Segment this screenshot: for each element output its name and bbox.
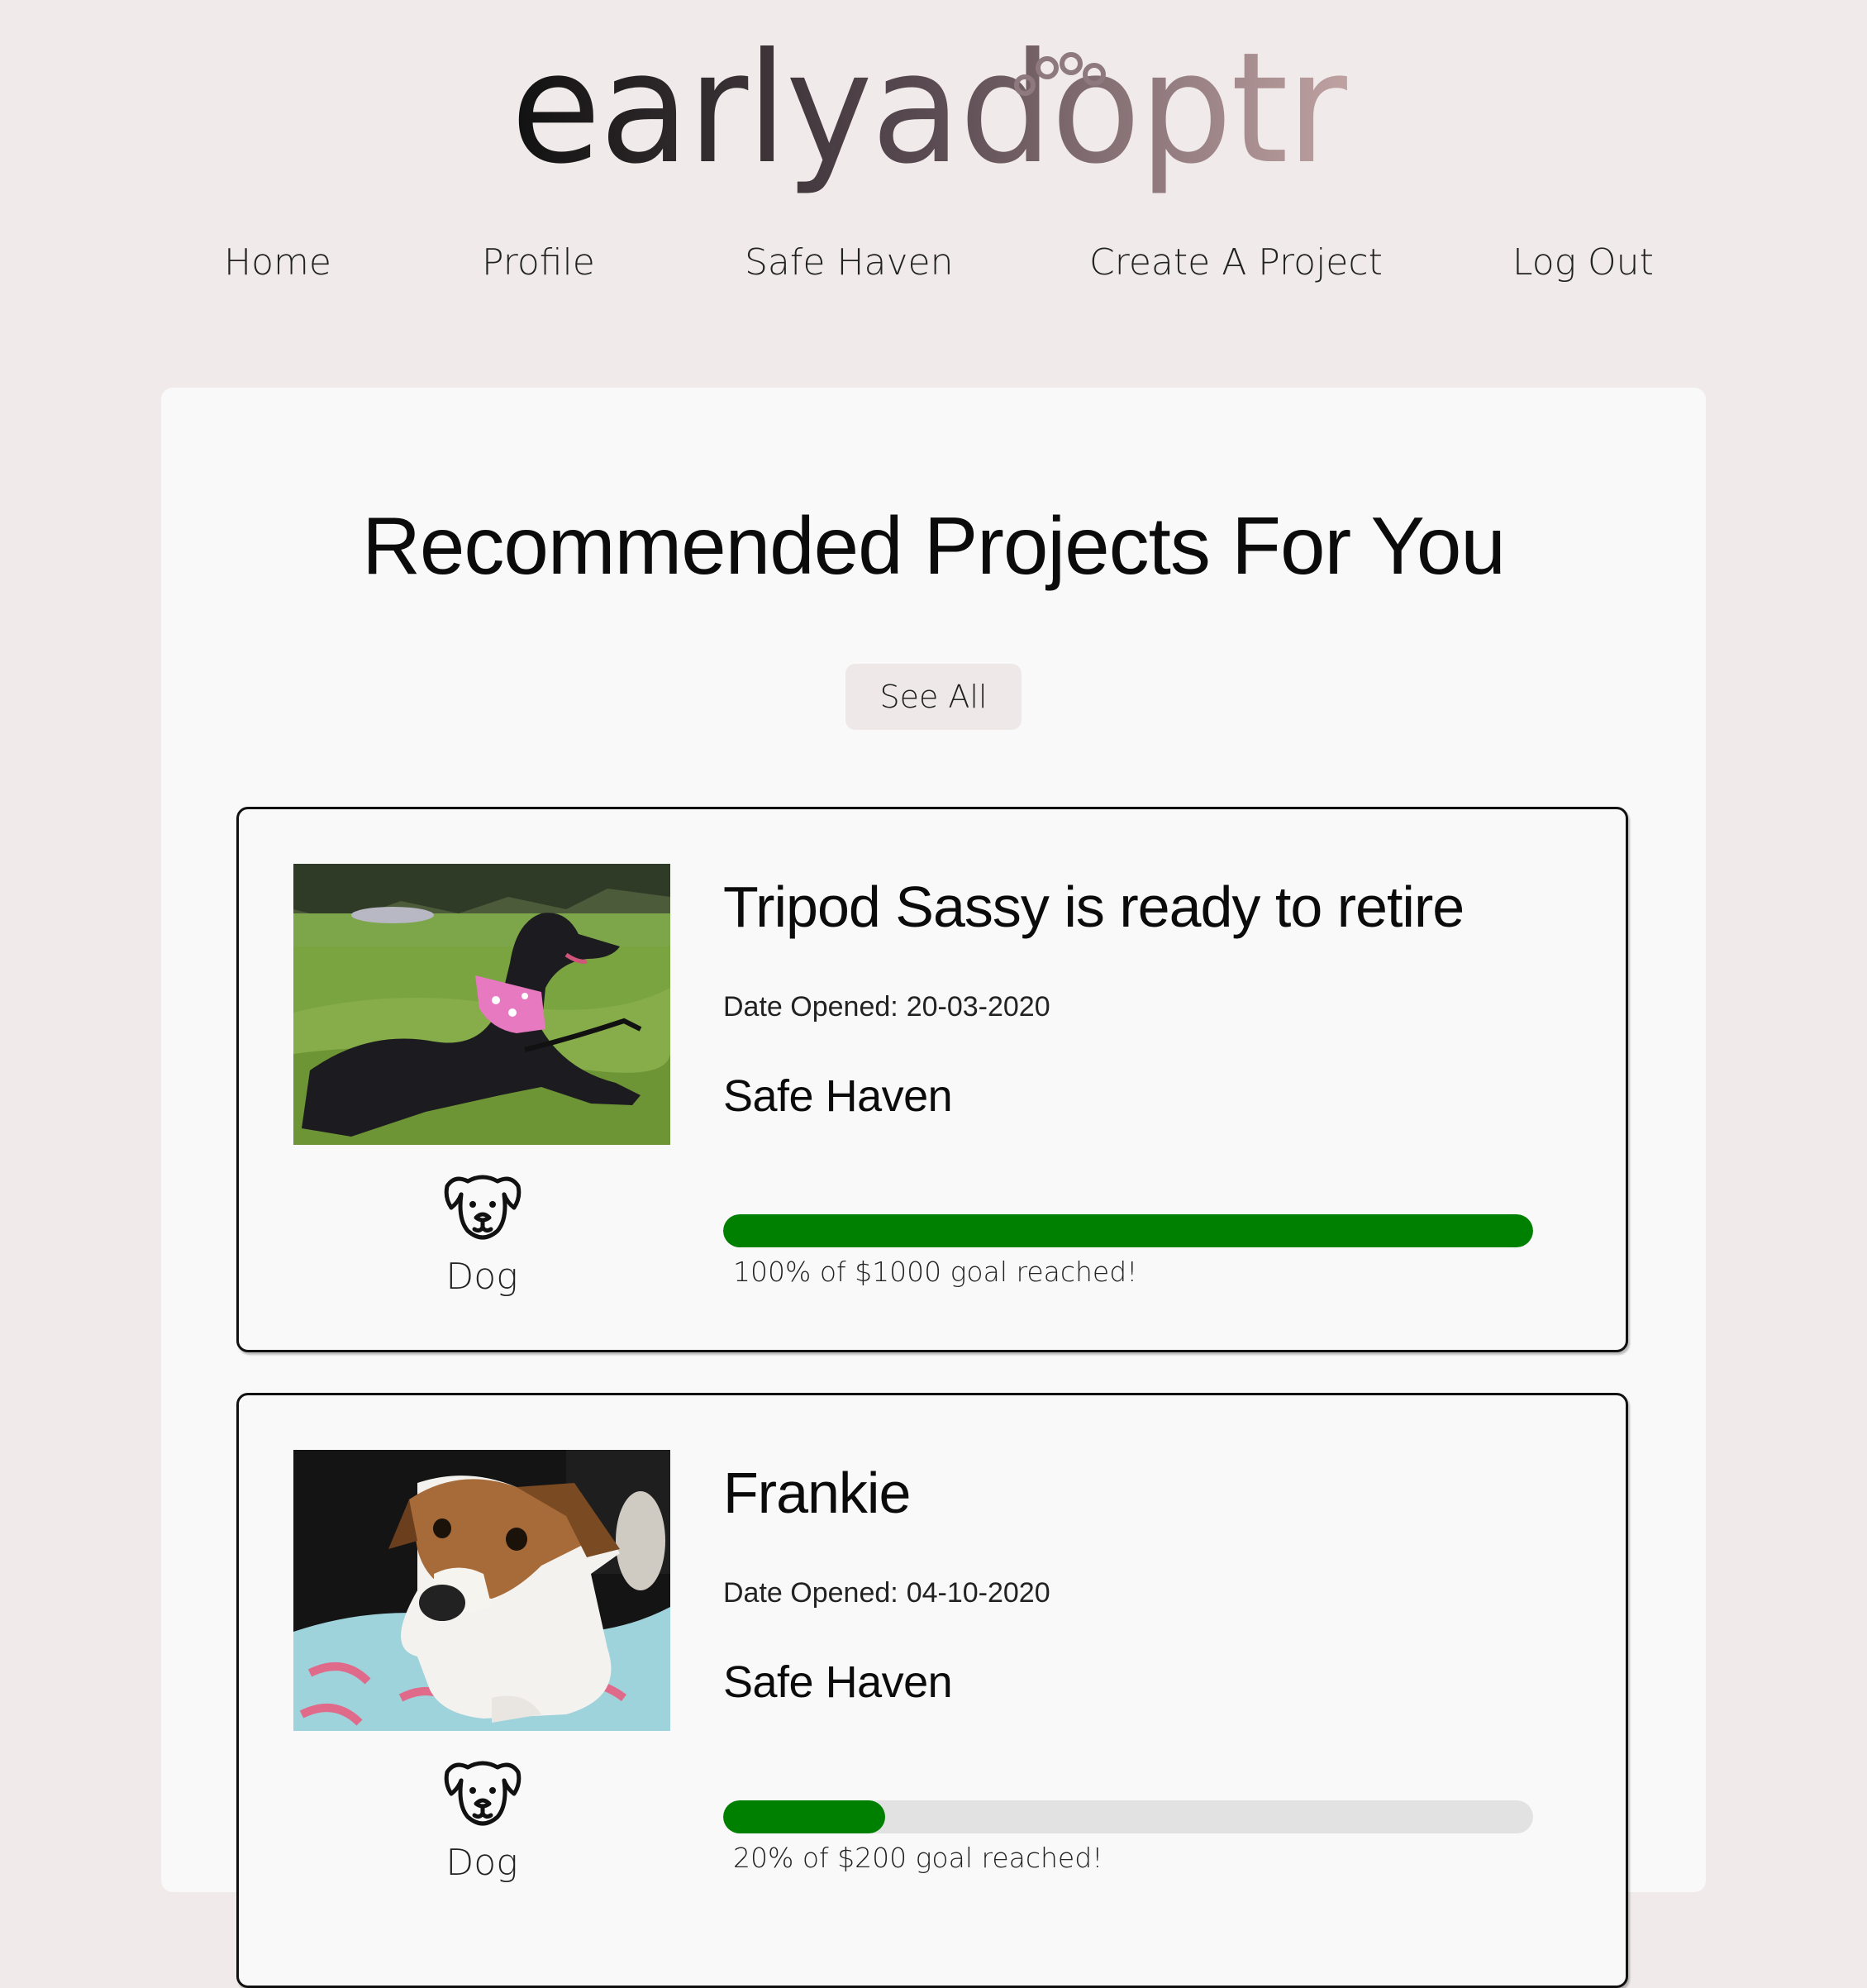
date-label: Date Opened: [723,1577,898,1609]
page-title: Recommended Projects For You [362,500,1506,591]
project-card[interactable]: Dog Tripod Sassy is ready to retire Date… [236,807,1628,1352]
project-title[interactable]: Frankie [723,1460,911,1526]
nav-home[interactable]: Home [224,241,331,284]
black-greyhound-photo [293,864,670,1145]
see-all-button[interactable]: See All [845,664,1022,730]
species-label: Dog [445,1256,518,1298]
project-title[interactable]: Tripod Sassy is ready to retire [723,874,1465,940]
project-card[interactable]: Dog Frankie Date Opened: 04-10-2020 Safe … [236,1393,1628,1988]
date-opened: Date Opened: 04-10-2020 [723,1577,1059,1609]
dog-icon [443,1170,522,1242]
progress-fill [723,1214,1533,1247]
progress-bar [723,1214,1533,1247]
logo-wordmark: earlyadoptr [511,45,1350,198]
progress-bar [723,1800,1533,1833]
nav-create-project[interactable]: Create A Project [1089,241,1383,284]
main-nav: Home Profile Safe Haven Create A Project… [0,241,1867,299]
nav-profile[interactable]: Profile [482,241,595,284]
date-value: 04-10-2020 [906,1577,1050,1609]
jack-russell-photo [293,1450,670,1731]
recommended-projects-panel: Recommended Projects For You See All Dog… [161,388,1706,1988]
svg-text:earlyadoptr: earlyadoptr [511,45,1348,198]
date-value: 20-03-2020 [906,991,1050,1023]
progress-text: 100% of $1000 goal reached! [733,1256,1138,1288]
project-photo[interactable] [293,1450,670,1731]
organisation-link[interactable]: Safe Haven [723,1070,953,1122]
earlyadoptr-logo[interactable]: earlyadoptr [506,45,1357,211]
nav-safe-haven[interactable]: Safe Haven [745,241,953,284]
date-opened: Date Opened: 20-03-2020 [723,991,1059,1023]
dog-icon [443,1756,522,1828]
project-photo[interactable] [293,864,670,1145]
organisation-link[interactable]: Safe Haven [723,1657,953,1708]
site-header: earlyadoptr Home Profile Safe Haven Crea… [0,0,1867,331]
progress-text: 20% of $200 goal reached! [733,1842,1103,1874]
nav-log-out[interactable]: Log Out [1512,241,1654,284]
progress-fill [723,1800,885,1833]
date-label: Date Opened: [723,991,898,1023]
